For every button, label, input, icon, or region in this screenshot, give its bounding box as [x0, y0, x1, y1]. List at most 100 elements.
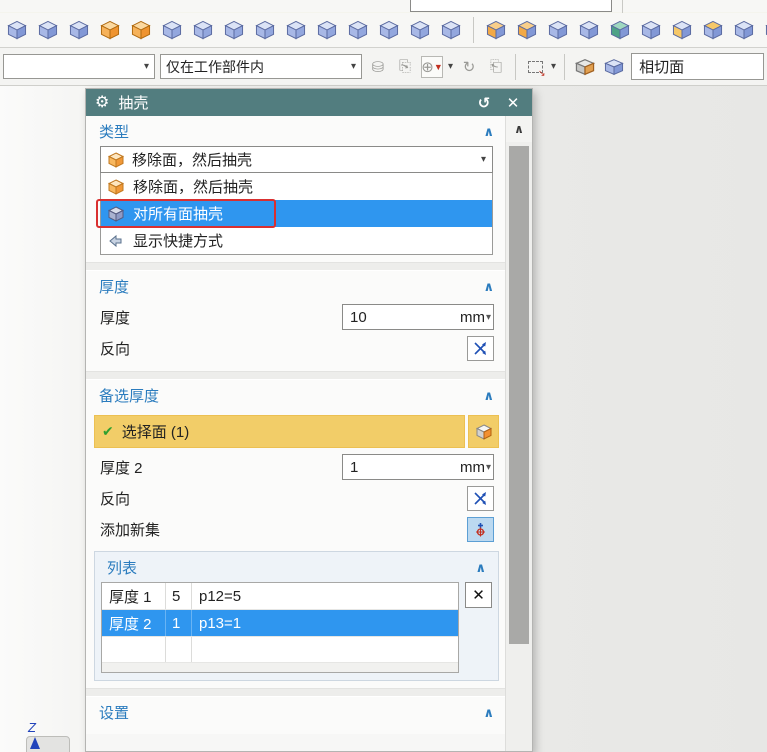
paste-icon[interactable]: ⎘ [394, 56, 416, 78]
toolbar-separator [515, 53, 517, 80]
paste-special-icon[interactable]: ⎗ [485, 56, 507, 78]
scope-combo[interactable]: 仅在工作部件内 ▾ [160, 54, 362, 79]
thickness-header-label: 厚度 [99, 279, 130, 296]
pattern-feature-icon[interactable] [515, 18, 539, 42]
thickness-section-header[interactable]: 厚度 ∧ [86, 271, 507, 301]
table-row[interactable]: 厚度 1 5 p12=5 [102, 583, 458, 610]
pattern-geometry-icon[interactable] [546, 18, 570, 42]
rotate-point-icon[interactable]: ↻ [458, 56, 480, 78]
trim-body-icon[interactable] [732, 18, 756, 42]
select-face-field[interactable]: ✔ 选择面 (1) [94, 415, 465, 448]
row-name: 厚度 1 [102, 583, 166, 609]
unite-boolean-icon[interactable] [639, 18, 663, 42]
scroll-up-icon: ∧ [514, 122, 524, 136]
chevron-down-icon[interactable]: ▾ [551, 61, 556, 72]
groove-icon[interactable] [346, 18, 370, 42]
sphere-icon[interactable] [98, 18, 122, 42]
hole-icon[interactable] [191, 18, 215, 42]
collapse-chevron-icon[interactable]: ∧ [483, 705, 494, 721]
reverse-direction-button[interactable] [467, 336, 494, 361]
type-filter-combo[interactable]: ▾ [3, 54, 155, 79]
partial-input-box [410, 0, 612, 12]
chevron-down-icon[interactable]: ▾ [486, 312, 491, 323]
thickness-value: 10 [350, 308, 367, 326]
feature-toolbar-group-2 [484, 18, 767, 42]
scroll-up-button[interactable]: ∧ [506, 116, 532, 142]
block-icon[interactable] [5, 18, 29, 42]
collapse-chevron-icon[interactable]: ∧ [483, 279, 494, 295]
settings-section-header[interactable]: 设置 ∧ [86, 697, 507, 727]
z-axis-arrow-icon [30, 732, 40, 749]
thickness-input[interactable]: 10 mm ▾ [342, 304, 494, 330]
section-gap [86, 262, 507, 271]
thickness-label: 厚度 [100, 309, 131, 327]
tube-icon[interactable] [377, 18, 401, 42]
alternate-reverse-button[interactable] [467, 486, 494, 511]
sew-icon[interactable] [670, 18, 694, 42]
reset-button[interactable]: ↺ [474, 94, 494, 112]
feature-toolbar: NX5 [0, 13, 767, 61]
close-button[interactable]: ✕ [503, 94, 523, 112]
mirror-feature-icon[interactable] [577, 18, 601, 42]
cylinder-icon[interactable] [36, 18, 60, 42]
chevron-down-icon[interactable]: ▾ [486, 462, 491, 473]
list-body: 厚度 1 5 p12=5 厚度 2 1 p13=1 ✕ [101, 582, 492, 673]
add-new-set-button[interactable] [467, 517, 494, 542]
split-body-icon[interactable] [763, 18, 767, 42]
ruled-sheet-icon[interactable] [484, 18, 508, 42]
shaded-face-icon[interactable] [573, 55, 597, 79]
thickness2-input[interactable]: 1 mm ▾ [342, 454, 494, 480]
chevron-down-icon[interactable]: ▾ [448, 61, 453, 72]
type-section-header[interactable]: 类型 ∧ [86, 116, 507, 146]
chevron-down-icon: ▾ [350, 61, 356, 72]
shell-type-dropdown: 移除面，然后抽壳 对所有面抽壳 显示快捷方式 [96, 173, 493, 255]
slot-icon[interactable] [315, 18, 339, 42]
row-value: 5 [166, 583, 192, 609]
alternate-section-header[interactable]: 备选厚度 ∧ [86, 380, 507, 410]
row-expression: p12=5 [199, 587, 242, 605]
pocket-icon[interactable] [253, 18, 277, 42]
dialog-scrollbar[interactable]: ∧ [505, 116, 532, 751]
assembly-ghost-icon[interactable]: ⛁ [367, 56, 389, 78]
collapse-chevron-icon[interactable]: ∧ [475, 560, 486, 576]
add-new-set-row: 添加新集 [86, 514, 507, 545]
revolve-icon[interactable] [160, 18, 184, 42]
thickness2-value: 1 [350, 458, 359, 476]
select-face-row: ✔ 选择面 (1) [94, 415, 499, 448]
option-remove-face-shell[interactable]: 移除面，然后抽壳 [101, 173, 492, 200]
pad-icon[interactable] [284, 18, 308, 42]
shell-all-faces-icon [107, 205, 125, 222]
bend-icon[interactable] [701, 18, 725, 42]
settings-section: 设置 ∧ [86, 697, 507, 734]
boss-icon[interactable] [222, 18, 246, 42]
option-label: 显示快捷方式 [133, 233, 224, 250]
list-header-row[interactable]: 列表 ∧ [101, 553, 492, 582]
collapse-chevron-icon[interactable]: ∧ [483, 124, 494, 140]
thickness-row: 厚度 10 mm ▾ [86, 301, 507, 333]
collapse-chevron-icon[interactable]: ∧ [483, 388, 494, 404]
rectangle-select-icon[interactable] [524, 56, 546, 79]
reverse-arrows-icon [474, 342, 486, 355]
shortcut-arrow-icon [109, 234, 122, 247]
chevron-down-icon: ▾ [143, 61, 149, 72]
type-header-label: 类型 [99, 124, 130, 141]
remove-list-item-button[interactable]: ✕ [465, 582, 492, 608]
thread-icon[interactable] [439, 18, 463, 42]
extrude-icon[interactable] [129, 18, 153, 42]
cone-icon[interactable] [67, 18, 91, 42]
reverse-direction-row: 反向 [86, 333, 507, 364]
mirror-geometry-icon[interactable] [608, 18, 632, 42]
option-show-shortcuts[interactable]: 显示快捷方式 [101, 227, 492, 254]
face-select-button[interactable] [468, 415, 499, 448]
thickness-unit: mm [459, 308, 485, 326]
scrollbar-thumb[interactable] [509, 146, 529, 644]
solid-body-icon[interactable] [602, 55, 626, 79]
point-filter-icon[interactable]: ⊕ ▼ [421, 55, 443, 78]
option-shell-all-faces[interactable]: 对所有面抽壳 [96, 199, 492, 228]
table-row-selected[interactable]: 厚度 2 1 p13=1 [102, 610, 458, 637]
shell-type-combo[interactable]: 移除面，然后抽壳 ▾ [100, 146, 493, 173]
table-row-empty[interactable] [102, 637, 458, 663]
face-rule-field[interactable]: 相切面 [631, 53, 764, 80]
dialog-titlebar[interactable]: ⚙ 抽壳 ↺ ✕ [86, 89, 532, 116]
emboss-icon[interactable] [408, 18, 432, 42]
